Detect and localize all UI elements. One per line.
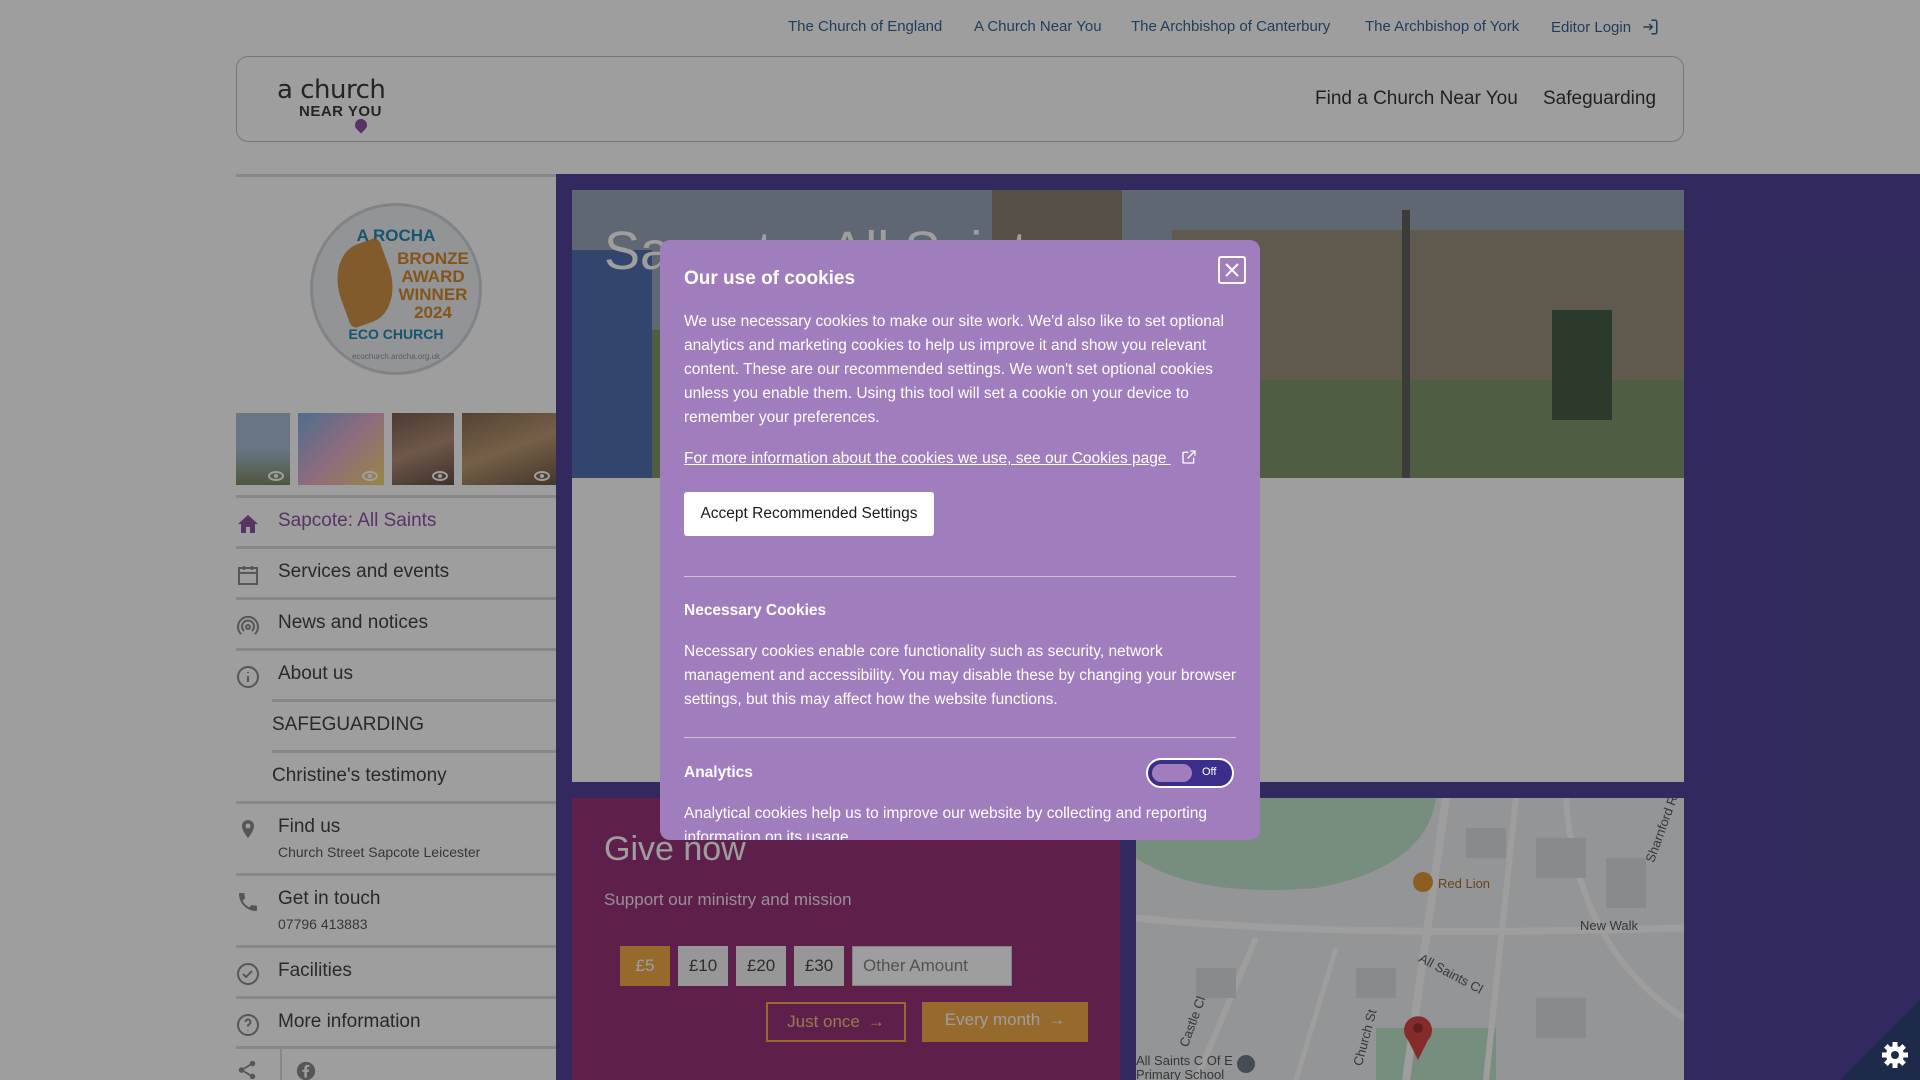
toggle-state-label: Off: [1202, 766, 1217, 778]
necessary-cookies-title: Necessary Cookies: [684, 602, 827, 619]
cookie-modal: Our use of cookies We use necessary cook…: [660, 240, 1260, 840]
cookie-modal-title: Our use of cookies: [684, 268, 856, 289]
divider: [684, 737, 1236, 738]
analytics-toggle[interactable]: Off: [1146, 758, 1234, 788]
cookies-page-link[interactable]: For more information about the cookies w…: [684, 449, 1197, 468]
analytics-title: Analytics: [684, 764, 753, 781]
toggle-knob: [1152, 764, 1192, 782]
close-modal-button[interactable]: [1218, 256, 1246, 284]
gear-icon: [1882, 1042, 1908, 1068]
cookie-intro-text: We use necessary cookies to make our sit…: [684, 313, 1224, 426]
close-icon: [1225, 263, 1239, 277]
cookies-page-link-label: For more information about the cookies w…: [684, 450, 1167, 467]
analytics-text: Analytical cookies help us to improve ou…: [684, 805, 1207, 840]
accept-recommended-button[interactable]: Accept Recommended Settings: [684, 492, 934, 536]
cookie-settings-button[interactable]: [1840, 1000, 1920, 1080]
divider: [684, 576, 1236, 577]
external-link-icon: [1182, 450, 1196, 464]
necessary-cookies-text: Necessary cookies enable core functional…: [684, 643, 1237, 708]
